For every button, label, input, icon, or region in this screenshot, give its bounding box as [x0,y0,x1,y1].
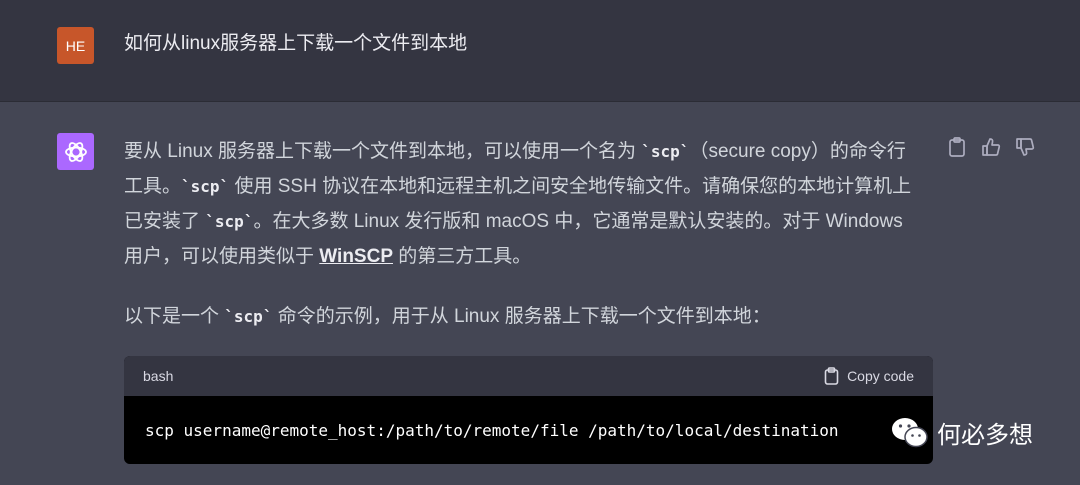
code-language-label: bash [143,368,174,384]
user-message-row: HE 如何从linux服务器上下载一个文件到本地 [0,0,1080,102]
inline-code: `scp` [205,212,254,231]
text-span: 要从 Linux 服务器上下载一个文件到本地，可以使用一个名为 [124,141,642,162]
assistant-avatar [57,133,94,170]
answer-paragraph-1: 要从 Linux 服务器上下载一个文件到本地，可以使用一个名为 `scp`（se… [124,134,924,274]
text-span: 命令的示例，用于从 Linux 服务器上下载一个文件到本地： [272,306,771,327]
code-block: bash Copy code scp username@remote_host:… [124,356,933,464]
text-span: 以下是一个 [124,306,225,327]
answer-paragraph-2: 以下是一个 `scp` 命令的示例，用于从 Linux 服务器上下载一个文件到本… [124,299,924,334]
copy-code-label: Copy code [847,368,914,384]
thumbs-down-button[interactable] [1014,136,1036,158]
user-avatar: HE [57,27,94,64]
winscp-link[interactable]: WinSCP [319,246,393,267]
wechat-icon [892,417,928,447]
inline-code: `scp` [641,142,690,161]
thumbs-down-icon [1016,138,1035,156]
copy-message-button[interactable] [946,136,968,158]
watermark: 何必多想 [891,415,1033,450]
code-content: scp username@remote_host:/path/to/remote… [145,420,839,440]
user-message-text: 如何从linux服务器上下载一个文件到本地 [124,33,468,54]
clipboard-icon [824,367,839,385]
inline-code: `scp` [181,177,230,196]
code-block-header: bash Copy code [124,356,933,396]
thumbs-up-icon [982,138,1001,156]
copy-code-button[interactable]: Copy code [824,367,914,385]
assistant-message: 要从 Linux 服务器上下载一个文件到本地，可以使用一个名为 `scp`（se… [124,134,924,334]
watermark-text: 何必多想 [937,422,1033,449]
inline-code: `scp` [224,307,273,326]
message-actions [946,136,1036,158]
clipboard-icon [949,137,965,157]
openai-logo-icon [64,141,87,162]
thumbs-up-button[interactable] [980,136,1002,158]
text-span: 的第三方工具。 [393,246,532,267]
